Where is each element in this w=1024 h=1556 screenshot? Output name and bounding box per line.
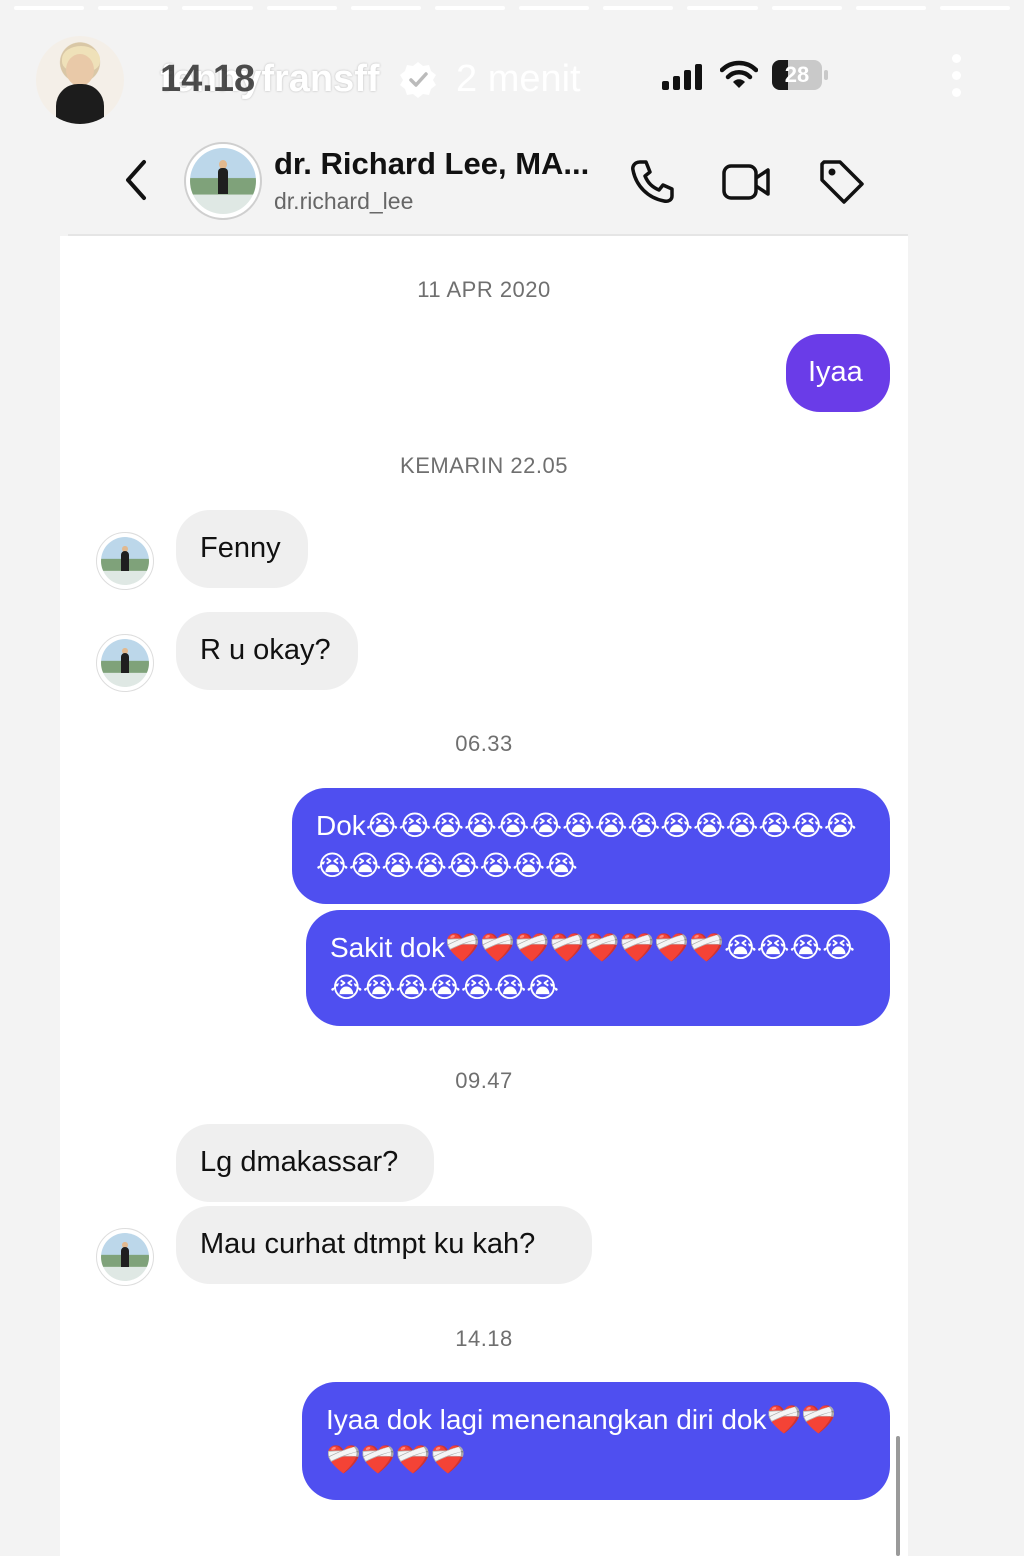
progress-segment bbox=[855, 6, 926, 10]
cell-signal-icon bbox=[662, 64, 702, 90]
contact-name[interactable]: dr. Richard Lee, MA... bbox=[274, 146, 589, 182]
incoming-message[interactable]: Lg dmakassar? bbox=[176, 1124, 434, 1202]
timestamp: KEMARIN 22.05 bbox=[400, 453, 568, 478]
progress-segment bbox=[98, 6, 169, 10]
video-call-icon[interactable] bbox=[720, 156, 772, 208]
progress-segment bbox=[182, 6, 253, 10]
outgoing-message[interactable]: Iyaa bbox=[786, 334, 890, 412]
incoming-message[interactable]: Mau curhat dtmpt ku kah? bbox=[176, 1206, 592, 1284]
sender-avatar[interactable] bbox=[96, 1228, 154, 1286]
progress-segment bbox=[434, 6, 506, 10]
verified-badge-icon bbox=[400, 62, 436, 98]
battery-icon: 28 bbox=[772, 60, 830, 90]
scrollbar[interactable] bbox=[896, 1436, 900, 1556]
timestamp: 14.18 bbox=[455, 1326, 513, 1351]
outgoing-message[interactable]: Sakit dok❤️‍🩹❤️‍🩹❤️‍🩹❤️‍🩹❤️‍🩹❤️‍🩹❤️‍🩹❤️‍… bbox=[306, 910, 890, 1026]
incoming-message[interactable]: Fenny bbox=[176, 510, 308, 588]
wifi-icon bbox=[720, 60, 758, 88]
story-posted-ago: 2 menit bbox=[456, 58, 581, 100]
status-bar-time: 14.18 bbox=[160, 58, 256, 100]
timestamp: 11 APR 2020 bbox=[417, 277, 551, 302]
progress-segment bbox=[603, 6, 674, 10]
more-options-icon[interactable] bbox=[948, 54, 964, 100]
timestamp: 06.33 bbox=[455, 731, 513, 756]
progress-segment bbox=[687, 6, 758, 10]
sender-avatar[interactable] bbox=[96, 634, 154, 692]
outgoing-message[interactable]: Iyaa dok lagi menenangkan diri dok❤️‍🩹❤️… bbox=[302, 1382, 890, 1500]
progress-segment bbox=[14, 6, 85, 10]
contact-handle: dr.richard_lee bbox=[274, 188, 414, 214]
progress-segment bbox=[266, 6, 337, 10]
sender-avatar[interactable] bbox=[96, 532, 154, 590]
story-user-avatar[interactable] bbox=[36, 36, 124, 124]
progress-segment bbox=[519, 6, 590, 10]
tag-icon[interactable] bbox=[816, 156, 868, 208]
back-arrow-icon[interactable] bbox=[118, 156, 154, 204]
timestamp: 09.47 bbox=[455, 1068, 513, 1093]
progress-segment bbox=[771, 6, 842, 10]
outgoing-message[interactable]: Dok😭😭😭😭😭😭😭😭😭😭😭😭😭😭😭😭😭😭😭😭😭😭😭 bbox=[292, 788, 890, 904]
story-progress-bars bbox=[14, 6, 1011, 10]
phone-call-icon[interactable] bbox=[626, 156, 678, 208]
contact-avatar[interactable] bbox=[184, 142, 262, 220]
incoming-message[interactable]: R u okay? bbox=[176, 612, 358, 690]
progress-segment bbox=[939, 6, 1011, 10]
battery-level: 28 bbox=[784, 62, 810, 87]
progress-segment bbox=[350, 6, 421, 10]
